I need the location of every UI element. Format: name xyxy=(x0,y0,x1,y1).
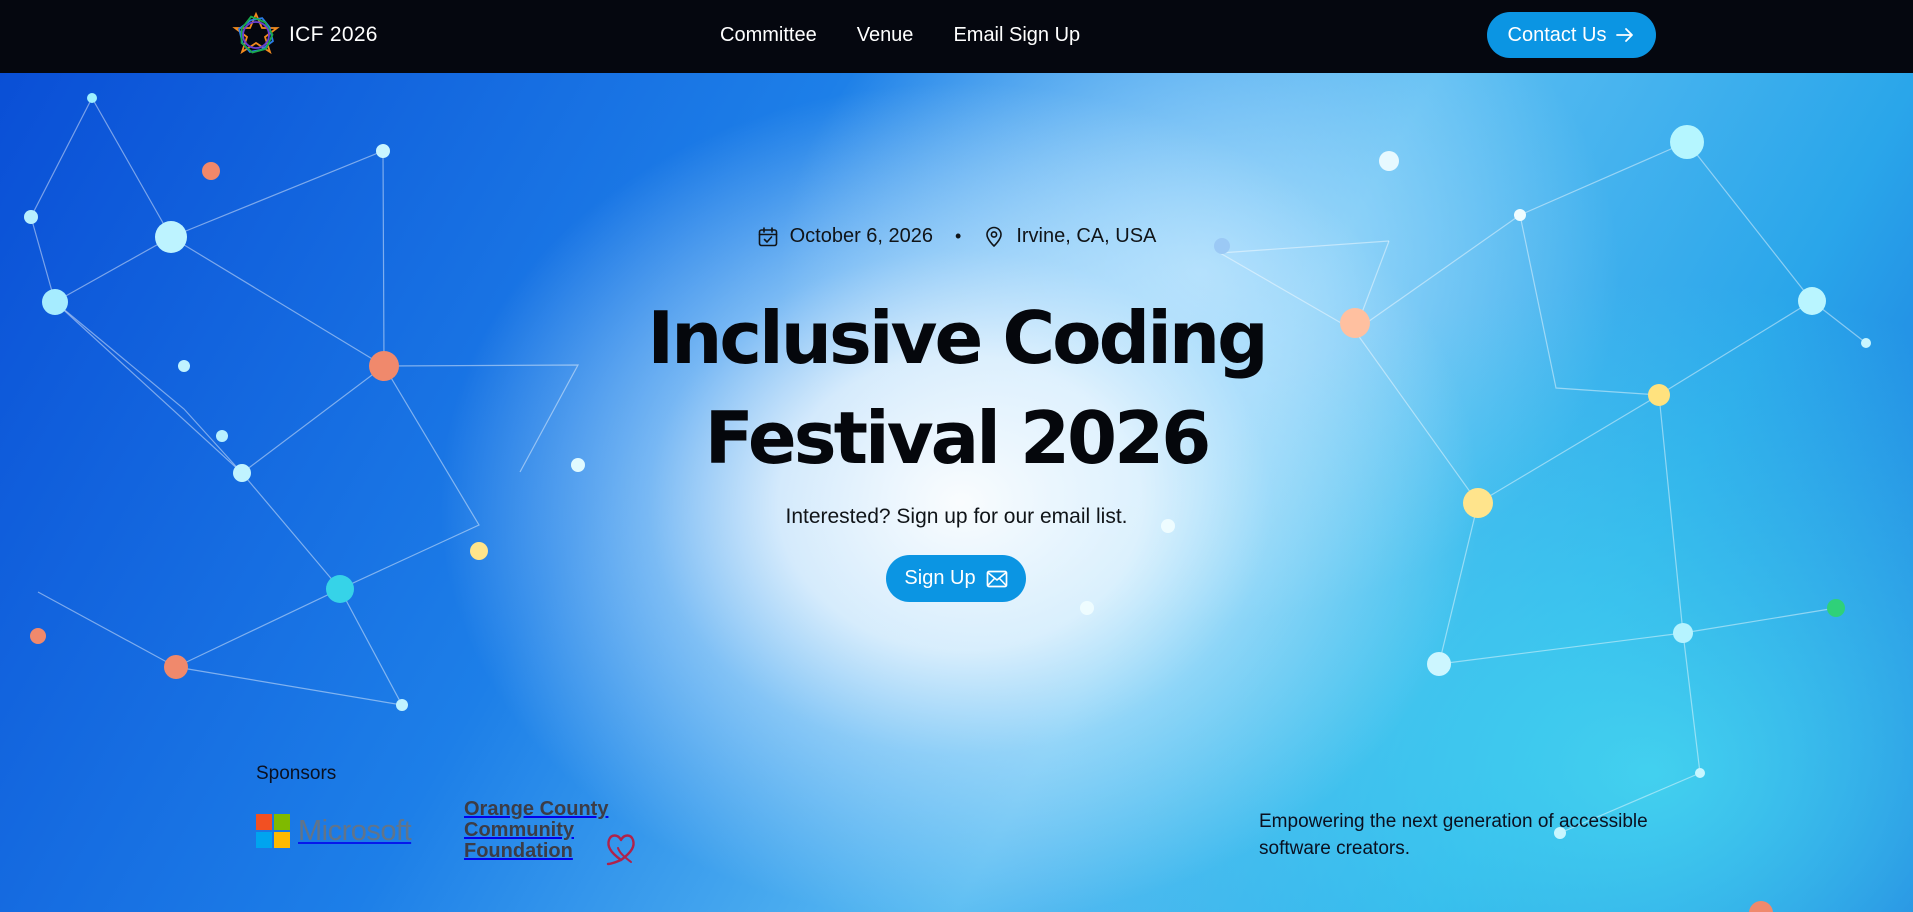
microsoft-tile-yellow xyxy=(274,832,290,848)
microsoft-wordmark: Microsoft xyxy=(298,814,412,847)
nav-link-email-sign-up[interactable]: Email Sign Up xyxy=(953,22,1080,48)
event-date: October 6, 2026 xyxy=(757,225,933,248)
contact-us-label: Contact Us xyxy=(1507,23,1607,46)
microsoft-icon xyxy=(256,814,290,848)
arrow-right-icon xyxy=(1616,28,1634,42)
microsoft-tile-red xyxy=(256,814,272,830)
sponsor-microsoft-logo[interactable]: Microsoft xyxy=(256,814,412,848)
nav-link-committee[interactable]: Committee xyxy=(720,22,817,48)
map-pin-icon xyxy=(986,226,1003,247)
nav-link-venue[interactable]: Venue xyxy=(857,22,914,48)
heart-icon xyxy=(607,834,636,866)
hero-title: Inclusive Coding Festival 2026 xyxy=(0,288,1913,488)
brand-name: ICF 2026 xyxy=(289,23,378,46)
sign-up-button[interactable]: Sign Up xyxy=(886,555,1026,602)
hero-title-line-2: Festival 2026 xyxy=(704,396,1212,480)
occf-line-3: Foundation xyxy=(464,840,573,862)
microsoft-tile-green xyxy=(274,814,290,830)
event-meta: October 6, 2026 • Irvine, CA, USA xyxy=(0,225,1913,248)
hero-title-line-1: Inclusive Coding xyxy=(647,296,1268,380)
calendar-check-icon xyxy=(758,226,777,246)
envelope-icon xyxy=(986,570,1007,587)
brand-home-link[interactable]: ICF 2026 xyxy=(232,10,378,60)
event-date-text: October 6, 2026 xyxy=(789,225,934,247)
sign-up-label: Sign Up xyxy=(904,567,976,589)
sponsor-occf-logo[interactable]: Orange County Community Foundation xyxy=(464,799,638,866)
tagline: Empowering the next generation of access… xyxy=(1259,811,1648,859)
icf-logo-icon xyxy=(232,11,280,55)
main-nav: Committee Venue Email Sign Up xyxy=(720,22,1080,48)
hero-subtitle: Interested? Sign up for our email list. xyxy=(785,505,1128,528)
event-location: Irvine, CA, USA xyxy=(983,225,1156,248)
occf-line-1: Orange County xyxy=(464,798,609,820)
event-location-text: Irvine, CA, USA xyxy=(1016,225,1157,247)
microsoft-tile-blue xyxy=(256,832,272,848)
occf-wordmark: Orange County Community Foundation xyxy=(464,799,608,862)
meta-separator: • xyxy=(955,226,962,246)
contact-us-button[interactable]: Contact Us xyxy=(1487,12,1656,58)
occf-line-2: Community xyxy=(464,819,574,841)
sponsors-heading: Sponsors xyxy=(256,763,337,784)
hero-section: October 6, 2026 • Irvine, CA, USA Inclus… xyxy=(0,73,1913,912)
top-navigation: ICF 2026 Committee Venue Email Sign Up C… xyxy=(0,0,1913,73)
network-background-graphic xyxy=(24,93,1871,912)
